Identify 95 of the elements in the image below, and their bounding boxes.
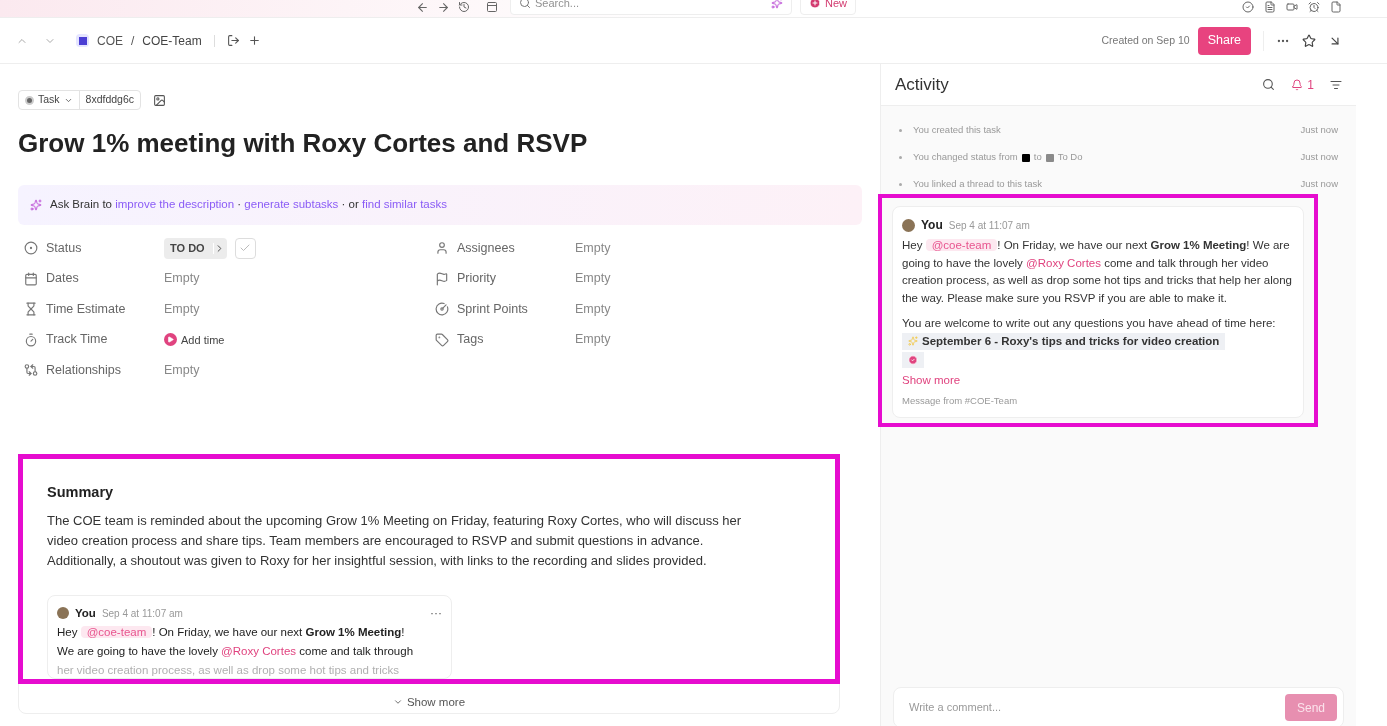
hourglass-icon (24, 302, 38, 317)
summary-text: The COE team is reminded about the upcoming Grow 1% Meeting on Friday, featuring Roxy Cortes, who will discuss her video creation process and share tips. Team members are encouraged to RSVP and submit questions in advance. Additionally, a shoutout was given to Roxy for her insightful session, with links to the recording and slides provided. (47, 512, 743, 571)
filter-icon[interactable] (1330, 78, 1342, 91)
avatar (57, 607, 69, 620)
event-time: Just now (1300, 123, 1338, 138)
forward-icon[interactable] (437, 0, 450, 14)
video-icon[interactable] (1286, 1, 1298, 13)
calendar-icon (24, 271, 38, 286)
window-icon[interactable] (486, 1, 498, 13)
plus-icon (809, 0, 821, 9)
field-label: Sprint Points (457, 300, 528, 318)
breadcrumb-item[interactable]: COE (97, 31, 123, 50)
summary-title: Summary (47, 482, 115, 502)
show-more-button[interactable]: Show more (392, 693, 466, 711)
relationship-icon (24, 363, 38, 378)
comment-author: You (75, 605, 96, 621)
activity-title: Activity (895, 73, 949, 96)
field-label: Time Estimate (46, 300, 126, 318)
ai-link[interactable]: generate subtasks (244, 198, 342, 211)
created-date: Created on Sep 10 (1101, 32, 1190, 48)
task-type-dropdown[interactable]: Task (19, 91, 80, 109)
check-circle-icon[interactable] (1242, 1, 1254, 13)
bullet-icon (899, 156, 902, 159)
gauge-icon (435, 302, 449, 317)
task-id[interactable]: 8xdfddg6c (79, 92, 141, 108)
avatar (902, 218, 915, 232)
share-button[interactable]: Share (1197, 26, 1251, 55)
new-button[interactable]: New (800, 0, 856, 15)
bell-icon (1291, 78, 1304, 91)
field-value[interactable]: Empty (164, 299, 200, 319)
activity-event: You created this task (913, 123, 1002, 138)
sparkle-icon[interactable] (771, 0, 783, 9)
field-value[interactable]: Empty (164, 269, 200, 289)
field-label: Relationships (46, 361, 122, 379)
linked-doc-chip[interactable]: September 6 - Roxy's tips and tricks for video creation (902, 332, 1226, 350)
field-value[interactable]: Empty (575, 238, 611, 258)
message-source: Message from #COE-Team (902, 394, 1019, 408)
activity-event: You changed status from to To Do (913, 150, 1084, 165)
comment-author: You (921, 217, 943, 234)
activity-event: You linked a thread to this task (913, 177, 1044, 192)
breadcrumb-item[interactable]: COE-Team (142, 31, 202, 50)
field-label: Priority (457, 270, 496, 288)
back-icon[interactable] (416, 0, 429, 14)
user-icon (435, 241, 449, 256)
ai-prompt-text: Ask Brain to improve the description · generate subtasks · or find similar tasks (50, 197, 447, 213)
search-icon (519, 0, 531, 9)
space-icon (76, 34, 89, 47)
stopwatch-icon (24, 332, 38, 347)
flag-icon (435, 271, 449, 286)
comment-text: Hey @coe-team ! On Friday, we have our next Grow 1% Meeting! We are going to have the lovely @Roxy Cortes come and talk through her video creation process, as well as drop some hot tips and tricks that help her along the way. Please make sure you RSVP if you are able to make it. (902, 238, 1293, 307)
breadcrumb-separator: / (131, 32, 135, 50)
tag-icon (435, 332, 449, 347)
field-label: Tags (457, 331, 484, 349)
search-icon[interactable] (1262, 78, 1276, 91)
task-title[interactable]: Grow 1% meeting with Roxy Cortes and RSVP (18, 124, 862, 163)
star-icon[interactable] (1302, 33, 1316, 48)
field-value[interactable]: Empty (575, 330, 611, 350)
show-more-link[interactable]: Show more (902, 371, 961, 389)
add-time-button[interactable]: Add time (164, 331, 225, 348)
field-label: Assignees (457, 239, 515, 257)
field-value[interactable]: Empty (575, 299, 611, 319)
sparkle-icon (908, 336, 918, 347)
check-badge-icon (902, 351, 924, 368)
more-options[interactable]: ··· (430, 604, 442, 623)
complete-checkbox[interactable] (234, 237, 256, 259)
add-icon[interactable] (247, 34, 261, 47)
play-icon (164, 333, 177, 347)
file-icon[interactable] (1330, 1, 1342, 13)
exit-icon[interactable] (226, 34, 240, 47)
field-label: Status (46, 239, 82, 257)
notification-count[interactable]: 1 (1291, 75, 1314, 94)
bullet-icon (899, 183, 902, 186)
document-icon[interactable] (1264, 1, 1276, 13)
status-icon (24, 241, 38, 256)
ai-link[interactable]: improve the description (115, 198, 238, 211)
ai-link[interactable]: find similar tasks (362, 198, 447, 211)
comment-text: You are welcome to write out any questions you have ahead of time here: (902, 315, 1277, 331)
history-icon[interactable] (458, 1, 470, 13)
comment-time: Sep 4 at 11:07 am (948, 218, 1030, 233)
event-time: Just now (1300, 150, 1338, 165)
status-button[interactable]: TO DO (164, 237, 227, 259)
image-icon[interactable] (153, 93, 167, 107)
comment-text: We are going to have the lovely @Roxy Cortes come and talk through (57, 644, 415, 660)
comment-text: her video creation process, as well as drop some hot tips and tricks (57, 663, 400, 678)
comment-text: Hey @coe-team ! On Friday, we have our next Grow 1% Meeting! (57, 625, 406, 641)
comment-time: Sep 4 at 11:07 am (101, 606, 183, 621)
field-label: Dates (46, 270, 79, 288)
field-label: Track Time (46, 331, 108, 349)
field-value[interactable]: Empty (164, 360, 200, 380)
alarm-icon[interactable] (1308, 1, 1320, 13)
bullet-icon (899, 129, 902, 132)
sparkle-icon (30, 199, 42, 211)
comment-field[interactable]: Write a comment... (909, 699, 1285, 716)
event-time: Just now (1300, 177, 1338, 192)
field-value[interactable]: Empty (575, 269, 611, 289)
